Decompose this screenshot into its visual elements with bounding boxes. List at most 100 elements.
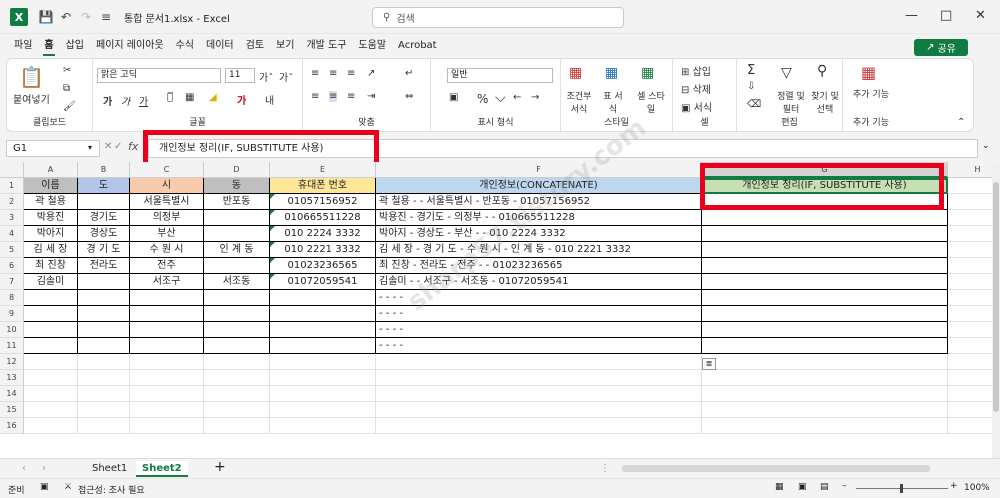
row-header-4[interactable]: 4 [0, 226, 24, 242]
table-cell[interactable] [270, 290, 376, 306]
row-header-15[interactable]: 15 [0, 402, 24, 418]
table-cell[interactable]: 경기도 [78, 210, 130, 226]
table-cell[interactable]: 김 세 장 [24, 242, 78, 258]
close-icon[interactable]: ✕ [975, 8, 986, 23]
empty-cell[interactable] [270, 402, 376, 418]
empty-cell[interactable] [948, 402, 992, 418]
empty-cell[interactable] [948, 306, 992, 322]
shrink-font-icon[interactable]: 가ˇ [279, 69, 293, 84]
insert-cells-button[interactable]: ⊞ 삽입 [681, 63, 711, 78]
menu-developer[interactable]: 개발 도구 [300, 34, 352, 58]
format-as-table-icon[interactable]: ▦ [605, 65, 618, 81]
table-cell[interactable]: 의정부 [130, 210, 204, 226]
tab-split-icon[interactable]: ⋮ [600, 461, 610, 477]
maximize-icon[interactable]: □ [940, 8, 952, 23]
fill-icon[interactable]: ⇩ [747, 81, 755, 92]
sort-filter-button[interactable]: 정렬 및 필터 [775, 89, 807, 115]
table-cell[interactable]: 서조동 [204, 274, 270, 290]
addins-button[interactable]: 추가 기능 [853, 87, 889, 100]
merge-icon[interactable]: ⇔ [405, 91, 413, 102]
accessibility-status[interactable]: 접근성: 조사 필요 [78, 483, 145, 496]
align-center-icon[interactable]: ≡ [329, 91, 338, 102]
table-cell[interactable] [130, 322, 204, 338]
empty-cell[interactable] [270, 370, 376, 386]
macro-record-icon[interactable]: ▣ [40, 482, 49, 492]
table-cell[interactable] [702, 306, 948, 322]
column-header-a[interactable]: A [24, 162, 78, 178]
menu-view[interactable]: 보기 [270, 34, 300, 58]
font-size-select[interactable]: 11 [225, 68, 255, 83]
align-middle-icon[interactable]: ≡ [329, 68, 337, 79]
page-layout-view-icon[interactable]: ▣ [798, 482, 807, 492]
empty-cell[interactable] [948, 274, 992, 290]
table-cell[interactable]: 박아지 [24, 226, 78, 242]
sheet-tab-1[interactable]: Sheet1 [92, 461, 127, 477]
empty-cell[interactable] [702, 418, 948, 434]
table-cell[interactable] [78, 290, 130, 306]
empty-cell[interactable] [24, 418, 78, 434]
row-header-10[interactable]: 10 [0, 322, 24, 338]
align-bottom-icon[interactable]: ≡ [347, 68, 355, 79]
table-cell[interactable] [702, 242, 948, 258]
empty-cell[interactable] [78, 386, 130, 402]
table-cell[interactable] [78, 322, 130, 338]
column-header-c[interactable]: C [130, 162, 204, 178]
add-sheet-icon[interactable]: + [214, 459, 226, 475]
empty-cell[interactable] [130, 402, 204, 418]
table-cell[interactable] [702, 210, 948, 226]
empty-cell[interactable] [948, 354, 992, 370]
row-header-14[interactable]: 14 [0, 386, 24, 402]
table-cell[interactable]: 01023236565 [270, 258, 376, 274]
table-cell[interactable]: 곽 철용 - - 서울특별시 - 반포동 - 01057156952 [376, 194, 702, 210]
empty-cell[interactable] [702, 386, 948, 402]
phonetic-icon[interactable]: 내 [265, 92, 274, 107]
font-name-select[interactable]: 맑은 고딕 [97, 68, 221, 83]
table-cell[interactable] [24, 306, 78, 322]
empty-cell[interactable] [376, 354, 702, 370]
empty-cell[interactable] [948, 226, 992, 242]
decrease-decimal-icon[interactable]: → [531, 92, 539, 103]
row-header-1[interactable]: 1 [0, 178, 24, 194]
border-icon[interactable]: ▦ [185, 92, 194, 103]
addins-icon[interactable]: ▦ [861, 63, 876, 82]
find-select-button[interactable]: 찾기 및 선택 [809, 89, 841, 115]
redo-icon[interactable]: ↷ [76, 7, 96, 27]
empty-cell[interactable] [948, 322, 992, 338]
row-header-16[interactable]: 16 [0, 418, 24, 434]
empty-cell[interactable] [376, 418, 702, 434]
header-cell-b[interactable]: 도 [78, 178, 130, 194]
table-cell[interactable] [270, 338, 376, 354]
zoom-out-icon[interactable]: – [842, 481, 847, 491]
undo-icon[interactable]: ↶ [56, 7, 76, 27]
vertical-scrollbar[interactable] [992, 162, 1000, 458]
table-cell[interactable] [270, 322, 376, 338]
table-cell[interactable] [78, 338, 130, 354]
enter-icon[interactable]: ✓ [114, 141, 122, 152]
table-cell[interactable] [702, 290, 948, 306]
header-cell-e[interactable]: 휴대폰 번호 [270, 178, 376, 194]
table-cell[interactable]: 01057156952 [270, 194, 376, 210]
empty-cell[interactable] [24, 386, 78, 402]
table-cell[interactable]: 박용진 [24, 210, 78, 226]
menu-data[interactable]: 데이터 [200, 34, 240, 58]
table-cell[interactable]: 전라도 [78, 258, 130, 274]
header-cell-a[interactable]: 이름 [24, 178, 78, 194]
align-left-icon[interactable]: ≡ [311, 91, 319, 102]
table-cell[interactable]: 서울특별시 [130, 194, 204, 210]
row-header-8[interactable]: 8 [0, 290, 24, 306]
empty-cell[interactable] [78, 418, 130, 434]
orientation-icon[interactable]: ↗ [367, 68, 375, 79]
table-cell[interactable] [702, 322, 948, 338]
row-header-3[interactable]: 3 [0, 210, 24, 226]
empty-cell[interactable] [948, 210, 992, 226]
share-button[interactable]: ↗ 공유 [914, 39, 968, 56]
grow-font-icon[interactable]: 가ˆ [259, 69, 273, 84]
underline-icon[interactable]: 가 [139, 93, 148, 108]
row-header-12[interactable]: 12 [0, 354, 24, 370]
zoom-level[interactable]: 100% [964, 483, 990, 493]
find-select-icon[interactable]: ⚲ [817, 63, 827, 79]
header-cell-d[interactable]: 동 [204, 178, 270, 194]
table-cell[interactable] [24, 290, 78, 306]
table-cell[interactable] [204, 210, 270, 226]
zoom-in-icon[interactable]: + [950, 481, 958, 491]
